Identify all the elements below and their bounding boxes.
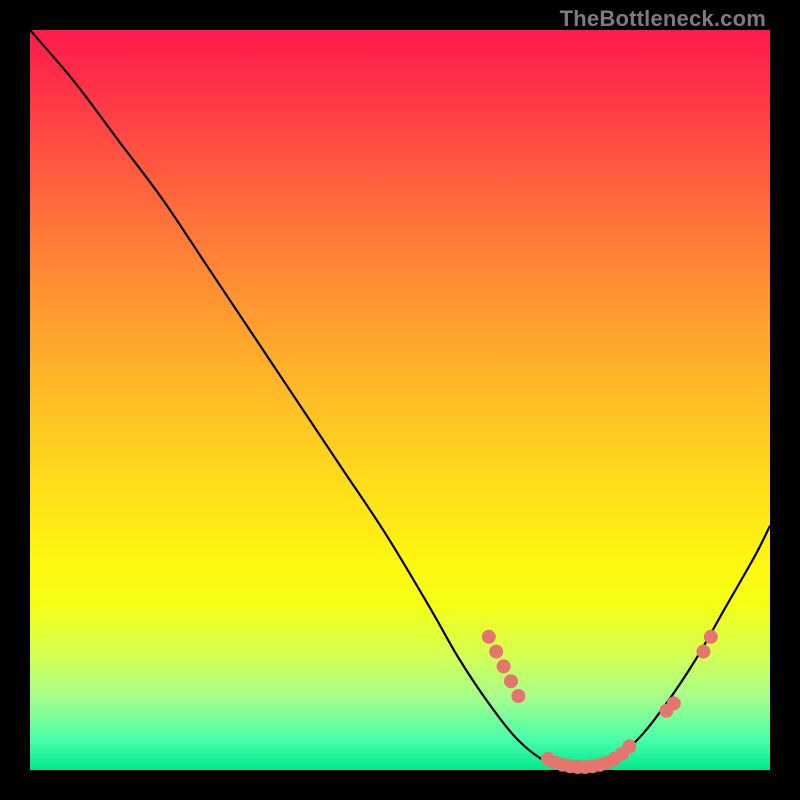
- scatter-dot: [489, 645, 503, 659]
- scatter-dot: [704, 630, 718, 644]
- bottleneck-curve: [30, 30, 770, 770]
- scatter-dot: [667, 696, 681, 710]
- chart-svg: [30, 30, 770, 770]
- scatter-dot: [622, 739, 636, 753]
- scatter-dot: [504, 674, 518, 688]
- scatter-dots: [482, 630, 718, 774]
- scatter-dot: [497, 659, 511, 673]
- watermark-text: TheBottleneck.com: [560, 6, 766, 32]
- scatter-dot: [696, 645, 710, 659]
- scatter-dot: [482, 630, 496, 644]
- scatter-dot: [511, 689, 525, 703]
